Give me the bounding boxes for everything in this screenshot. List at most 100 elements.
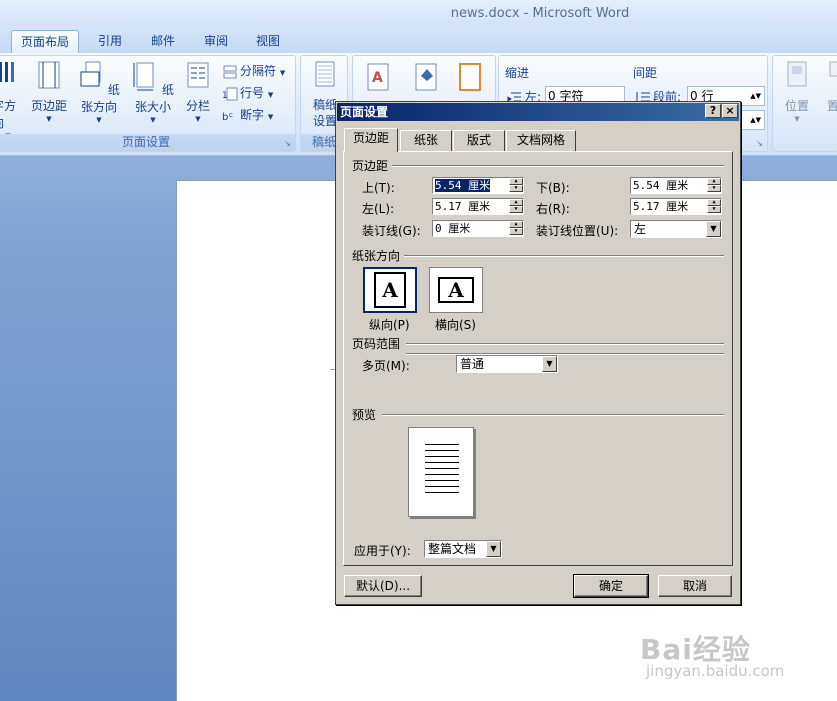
apply-to-label: 应用于(Y): [354,544,411,558]
margins-button[interactable]: 页边距 ▼ [29,60,69,124]
hyphenation-icon: bc [222,111,233,123]
tab-references[interactable]: 引用 [88,30,132,53]
draft-settings-label: 稿纸 设置 [312,98,337,128]
svg-text:b: b [222,112,228,123]
position-icon [787,61,807,87]
spin-arrows[interactable]: ▲ ▼ [707,199,721,214]
bring-front-button[interactable]: 置于 [819,60,837,114]
breaks-button[interactable]: 分隔符 ▼ [222,62,285,79]
spin-arrows[interactable]: ▲ ▼ [509,221,523,236]
section-divider [384,165,724,167]
window-title: news.docx - Microsoft Word [450,6,630,21]
margins-icon [38,61,60,89]
landscape-label: 横向(S) [435,318,476,332]
dialog-title-bar: 页面设置 [337,103,739,121]
tab-mailings[interactable]: 邮件 [141,30,185,53]
cancel-button[interactable]: 取消 [658,575,732,597]
dialog-launcher-icon[interactable]: ↘ [283,139,292,148]
chevron-down-icon: ▼ [96,116,102,124]
page-setup-group-label: 页面设置 [0,134,295,151]
bottom-margin-label: 下(B): [536,181,570,195]
right-margin-input[interactable]: 5.17 厘米 ▲ ▼ [630,198,722,215]
default-button[interactable]: 默认(D)... [344,575,422,597]
chevron-down-icon[interactable]: ▼ [542,356,557,372]
page-break-icon [223,65,237,78]
ribbon-tabs: 页面布局 引用 邮件 审阅 视图 [0,26,837,53]
tab-layout[interactable]: 版式 [453,130,505,151]
bring-front-label: 置于 [826,99,837,113]
draft-paper-icon [315,61,335,87]
title-bar: news.docx - Microsoft Word [0,0,837,26]
bring-front-icon [829,61,837,77]
left-margin-label: 左(L): [362,202,395,216]
text-direction-label: 文字方向 [0,99,16,130]
tab-paper[interactable]: 纸张 [400,130,452,151]
baidu-watermark-url: jingyan.baidu.com [646,662,785,680]
close-button[interactable]: × [722,104,738,118]
columns-label: 分栏 [185,99,210,113]
margins-panel: 页边距 上(T): 5.54 厘米 ▲ ▼ 下(B): 5.54 厘米 ▲ ▼ 左(… [343,151,733,566]
tab-view[interactable]: 视图 [246,30,290,53]
orientation-section-label: 纸张方向 [352,247,405,264]
gutter-position-select[interactable]: 左 ▼ [630,220,722,238]
dialog-title: 页面设置 [340,105,389,119]
multiple-pages-select[interactable]: 普通 ▼ [456,355,558,373]
breaks-label: 分隔符 [240,64,277,78]
tab-review[interactable]: 审阅 [194,30,238,53]
preview-section-label: 预览 [352,406,381,423]
left-margin-input[interactable]: 5.17 厘米 ▲ ▼ [432,198,524,215]
portrait-icon: A [374,272,406,308]
page-setup-group: 文字方向 ▼ 页边距 ▼ 纸张方向 ▼ 纸张大小 ▼ [0,55,296,152]
tab-page-layout[interactable]: 页面布局 [11,30,79,53]
spin-arrows[interactable]: ▲ ▼ [509,178,523,193]
chevron-down-icon: ▼ [195,115,201,123]
spacing-header: 间距 [633,66,658,80]
text-direction-icon [0,62,14,82]
landscape-option[interactable]: A [429,267,483,313]
portrait-option[interactable]: A [363,267,417,313]
margins-section-label: 页边距 [352,157,393,174]
landscape-icon: A [438,277,474,303]
page-color-icon[interactable] [413,62,439,92]
hyphenation-button[interactable]: b c 断字 ▼ [222,106,273,123]
svg-text:A: A [372,70,383,86]
multiple-pages-label: 多页(M): [362,359,410,373]
line-numbers-button[interactable]: 1 行号 ▼ [222,84,273,101]
svg-text:c: c [229,111,233,119]
dialog-launcher-icon[interactable]: ↘ [755,139,764,148]
chevron-down-icon[interactable]: ▼ [706,221,721,237]
tab-document-grid[interactable]: 文档网格 [506,130,576,151]
position-button[interactable]: 位置 ▼ [777,60,817,124]
top-margin-label: 上(T): [362,181,395,195]
chevron-down-icon[interactable]: ▼ [486,541,501,557]
gutter-position-label: 装订线位置(U): [536,224,619,238]
columns-icon [187,62,209,88]
page-preview [408,427,474,517]
pages-section-label: 页码范围 [352,335,405,352]
orientation-button[interactable]: 纸张方向 ▼ [73,60,125,125]
ok-button[interactable]: 确定 [573,574,649,598]
text-direction-button[interactable]: 文字方向 ▼ [0,60,27,141]
top-margin-input[interactable]: 5.54 厘米 ▲ ▼ [432,177,524,194]
spin-arrows[interactable]: ▲ ▼ [509,199,523,214]
indent-header: 缩进 [505,66,530,80]
page-setup-dialog: 页面设置 ? × 页边距 纸张 版式 文档网格 页边距 上(T): 5.54 厘… [335,101,741,605]
right-margin-label: 右(R): [536,202,570,216]
chevron-down-icon: ▼ [46,115,52,123]
apply-to-select[interactable]: 整篇文档 ▼ [424,540,502,558]
size-button[interactable]: 纸张大小 ▼ [127,60,179,125]
bottom-margin-input[interactable]: 5.54 厘米 ▲ ▼ [630,177,722,194]
chevron-down-icon: ▼ [794,115,800,123]
section-divider [406,353,724,355]
svg-text:1: 1 [222,91,228,101]
tab-margins[interactable]: 页边距 [344,128,398,152]
portrait-label: 纵向(P) [369,318,410,332]
section-divider [406,343,724,345]
watermark-icon[interactable]: A [365,62,391,92]
page-borders-icon[interactable] [457,62,483,92]
columns-button[interactable]: 分栏 ▼ [183,60,213,124]
gutter-input[interactable]: 0 厘米 ▲ ▼ [432,220,524,237]
position-label: 位置 [784,99,809,113]
help-button[interactable]: ? [705,104,721,118]
spin-arrows[interactable]: ▲ ▼ [707,178,721,193]
